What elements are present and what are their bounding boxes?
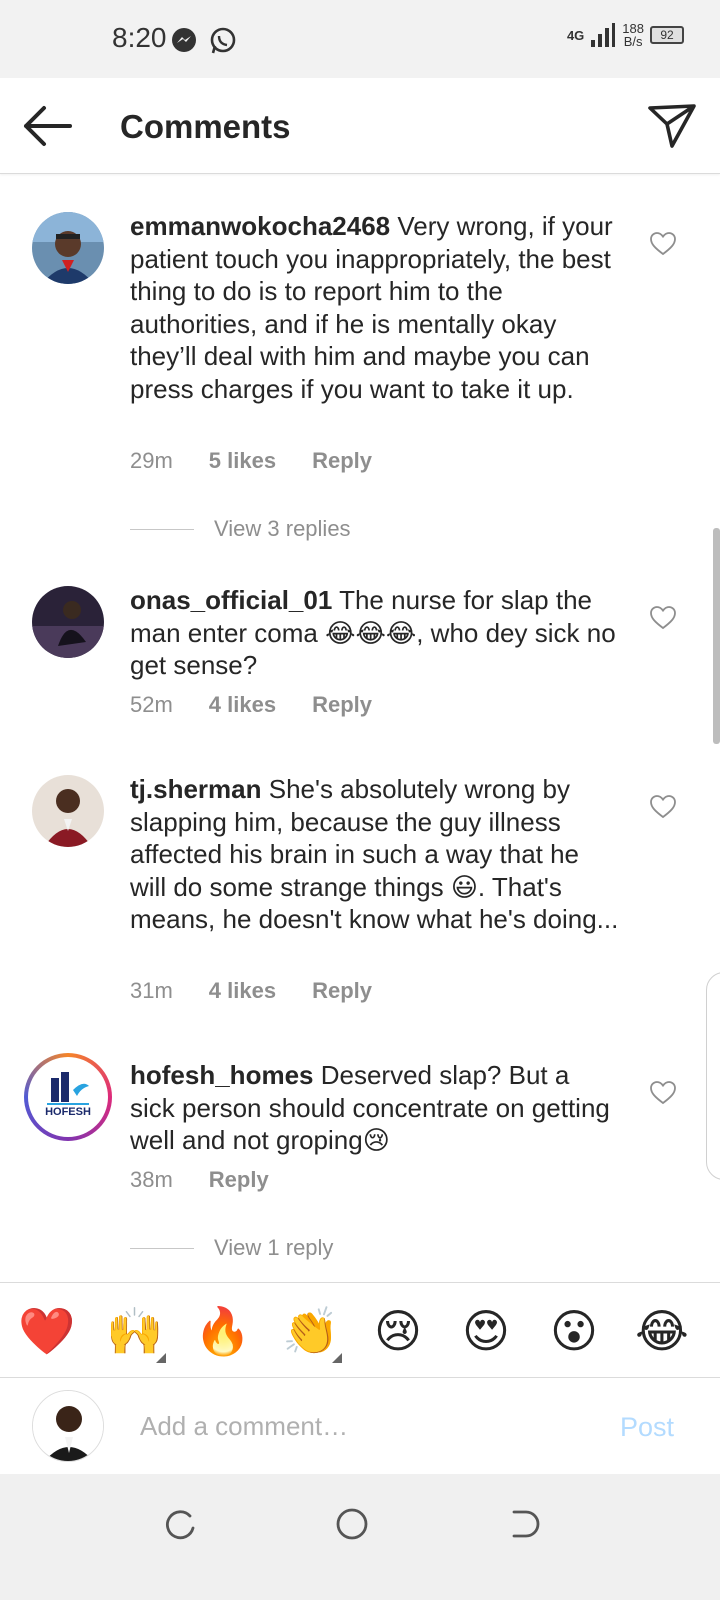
page-title: Comments [120, 108, 291, 145]
view-replies-button[interactable]: View 1 reply [130, 1235, 333, 1261]
header: Comments [0, 78, 720, 174]
hofesh-logo-text: HOFESH [45, 1106, 91, 1118]
comment-time: 38m [130, 1167, 173, 1192]
add-comment-bar: Post [0, 1378, 720, 1474]
net-speed: 188 B/s [622, 22, 644, 48]
hofesh-logo: HOFESH [31, 1060, 105, 1134]
divider-line [130, 1247, 194, 1249]
avatar[interactable] [32, 586, 104, 658]
comment-username[interactable]: onas_official_01 [130, 585, 332, 615]
comment-username[interactable]: hofesh_homes [130, 1060, 314, 1090]
view-replies-label: View 3 replies [214, 516, 351, 541]
status-bar: 8:20 4G 188 B/s 92 [0, 0, 720, 78]
skin-tone-indicator [332, 1353, 342, 1363]
avatar[interactable] [32, 212, 104, 284]
comment-meta: 52m 4 likes Reply [130, 692, 372, 718]
net-speed-unit: B/s [623, 34, 643, 49]
network-type: 4G [566, 27, 585, 43]
system-status: 4G 188 B/s 92 [567, 22, 684, 48]
home-icon[interactable] [332, 1504, 372, 1544]
direct-share-icon[interactable] [646, 100, 698, 152]
comment-body: hofesh_homes Deserved slap? But a sick p… [130, 1059, 620, 1157]
comment-likes[interactable]: 4 likes [209, 978, 276, 1004]
system-navigation-bar [0, 1474, 720, 1600]
status-time: 8:20 [112, 22, 167, 53]
comment-meta: 31m 4 likes Reply [130, 978, 372, 1004]
comment-time: 31m [130, 978, 173, 1003]
emoji-clapping-hands[interactable]: 👏 [282, 1303, 342, 1363]
story-ring-avatar[interactable]: HOFESH [24, 1053, 112, 1141]
scrollbar[interactable] [713, 528, 720, 744]
comment-time: 52m [130, 692, 173, 717]
skin-tone-indicator [156, 1353, 166, 1363]
comment-meta: 38m Reply [130, 1167, 269, 1193]
back-arrow-icon[interactable] [20, 104, 74, 148]
comment-input[interactable] [140, 1404, 580, 1448]
like-heart-icon[interactable] [650, 232, 676, 256]
emoji-laughing-tears[interactable]: 😂 [634, 1303, 690, 1359]
reply-button[interactable]: Reply [312, 448, 372, 474]
reply-button[interactable]: Reply [312, 692, 372, 718]
emoji-bar: ❤️ 🙌 🔥 👏 😢 😍 😮 😂 [0, 1282, 720, 1378]
emoji-clapping-hands-glyph: 👏 [282, 1304, 340, 1358]
divider-line [130, 528, 194, 530]
comment-username[interactable]: emmanwokocha2468 [130, 211, 390, 241]
back-nav-icon[interactable] [504, 1504, 544, 1544]
edge-panel-handle[interactable] [706, 972, 720, 1180]
signal-icon [591, 23, 616, 47]
emoji-raising-hands[interactable]: 🙌 [106, 1303, 166, 1363]
like-heart-icon[interactable] [650, 1081, 676, 1105]
messenger-icon [172, 28, 196, 52]
battery-indicator: 92 [650, 26, 684, 44]
notification-icons [170, 26, 238, 56]
comment-meta: 29m 5 likes Reply [130, 448, 372, 474]
emoji-fire[interactable]: 🔥 [194, 1303, 251, 1359]
emoji-raising-hands-glyph: 🙌 [106, 1304, 164, 1358]
like-heart-icon[interactable] [650, 606, 676, 630]
like-heart-icon[interactable] [650, 795, 676, 819]
emoji-heart[interactable]: ❤️ [18, 1303, 75, 1359]
comment-username[interactable]: tj.sherman [130, 774, 262, 804]
comment-likes[interactable]: 4 likes [209, 692, 276, 718]
emoji-heart-eyes[interactable]: 😍 [458, 1303, 514, 1359]
avatar[interactable] [32, 775, 104, 847]
comment-body: emmanwokocha2468 Very wrong, if your pat… [130, 210, 620, 405]
comment-body: tj.sherman She's absolutely wrong by sla… [130, 773, 620, 936]
whatsapp-icon [210, 27, 236, 54]
comment-likes[interactable]: 5 likes [209, 448, 276, 474]
emoji-surprised-face[interactable]: 😮 [546, 1303, 602, 1359]
post-button[interactable]: Post [620, 1412, 674, 1443]
reply-button[interactable]: Reply [209, 1167, 269, 1193]
recent-apps-icon[interactable] [160, 1504, 200, 1544]
view-replies-label: View 1 reply [214, 1235, 334, 1260]
comment-body: onas_official_01 The nurse for slap the … [130, 584, 620, 682]
reply-button[interactable]: Reply [312, 978, 372, 1004]
comment-time: 29m [130, 448, 173, 473]
current-user-avatar [32, 1390, 104, 1462]
comments-list[interactable]: emmanwokocha2468 Very wrong, if your pat… [0, 176, 720, 1304]
emoji-crying-face[interactable]: 😢 [370, 1303, 426, 1359]
view-replies-button[interactable]: View 3 replies [130, 516, 351, 542]
